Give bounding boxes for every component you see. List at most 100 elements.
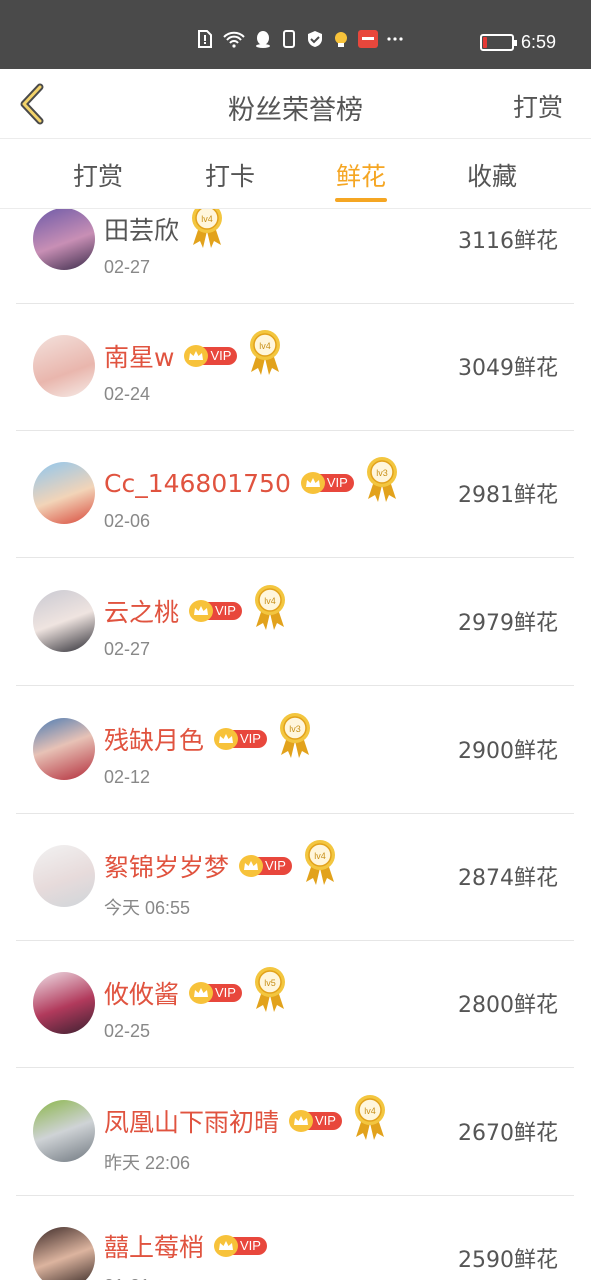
fan-row[interactable]: Cc_146801750 VIP lv3 02-06 2981鲜花 [16,430,574,558]
name-line: Cc_146801750 VIP lv3 [104,457,400,503]
crown-icon [214,728,239,750]
level-medal-icon: lv4 [354,1095,385,1140]
level-medal-icon: lv3 [366,457,397,502]
fan-date: 01-01 [104,1276,150,1280]
fan-row[interactable]: 攸攸酱 VIP lv5 02-25 2800鲜花 [16,940,574,1068]
fan-row[interactable]: 凤凰山下雨初晴 VIP lv4 昨天 22:06 2670鲜花 [16,1068,574,1196]
crown-icon [214,1235,239,1257]
tab-reward[interactable]: 打赏 [43,157,153,193]
vip-badge: VIP [214,1235,267,1257]
svg-text:lv4: lv4 [260,341,272,351]
fan-date: 02-06 [104,511,151,531]
flower-count: 2874鲜花 [458,866,558,891]
name-line: 囍上莓梢 VIP [104,1228,267,1264]
vip-badge: VIP [300,472,354,494]
name-line: 田芸欣 lv4 [104,209,225,249]
shield-icon [308,31,322,47]
flower-count: 2979鲜花 [458,611,558,636]
flower-count: 2800鲜花 [458,993,558,1018]
active-tab-indicator [335,198,387,202]
fan-name[interactable]: 攸攸酱 [104,975,179,1011]
fan-row[interactable]: 絮锦岁岁梦 VIP lv4 今天 06:55 2874鲜花 [16,813,574,941]
fan-ranking-list[interactable]: 田芸欣 lv4 02-27 3116鲜花南星w VIP lv4 02-24 3049鲜花 Cc_… [0,209,591,1280]
flower-count: 2900鲜花 [458,739,558,764]
fan-name[interactable]: 囍上莓梢 [104,1228,204,1264]
avatar[interactable] [33,209,95,270]
fan-name[interactable]: Cc_146801750 [104,469,291,498]
vip-badge: VIP [239,855,292,877]
tab-favorites[interactable]: 收藏 [437,157,547,193]
crown-icon [189,982,214,1004]
avatar[interactable] [33,462,95,524]
more-icon [387,37,403,41]
tab-checkin[interactable]: 打卡 [175,157,285,193]
vip-badge: VIP [184,345,238,367]
fan-date: 02-12 [104,767,151,787]
status-time: 6:59 [521,32,557,52]
fan-row[interactable]: 南星w VIP lv4 02-24 3049鲜花 [16,303,574,431]
header: 粉丝荣誉榜 打赏 [0,69,591,139]
fan-row[interactable]: 囍上莓梢 VIP 01-01 2590鲜花 [16,1195,574,1280]
fan-date: 02-27 [104,639,151,659]
svg-text:lv3: lv3 [376,468,388,478]
crown-icon [239,855,264,877]
status-icons [196,30,404,48]
fan-name[interactable]: 絮锦岁岁梦 [104,848,229,884]
name-line: 云之桃 VIP lv4 [104,585,288,631]
vip-badge: VIP [289,1110,342,1132]
name-line: 絮锦岁岁梦 VIP lv4 [104,840,338,886]
reward-button[interactable]: 打赏 [513,88,563,124]
fan-name[interactable]: 残缺月色 [104,721,204,757]
fan-name[interactable]: 凤凰山下雨初晴 [104,1103,279,1139]
flower-count: 3116鲜花 [458,229,558,254]
svg-text:lv4: lv4 [264,596,276,606]
level-medal-icon: lv4 [304,840,335,885]
flower-count: 3049鲜花 [458,356,558,381]
battery-level [483,37,487,48]
vip-badge: VIP [189,600,242,622]
fan-date: 02-24 [104,384,151,404]
bulb-icon [335,32,347,47]
svg-text:lv4: lv4 [201,214,213,224]
fan-date: 02-27 [104,257,151,277]
fan-name[interactable]: 云之桃 [104,593,179,629]
tab-bar: 打赏 打卡 鲜花 收藏 [0,139,591,209]
name-line: 凤凰山下雨初晴 VIP lv4 [104,1095,388,1141]
name-line: 攸攸酱 VIP lv5 [104,967,288,1013]
avatar[interactable] [33,1227,95,1280]
flower-count: 2981鲜花 [458,483,558,508]
fan-name[interactable]: 南星w [104,338,174,374]
page-title: 粉丝荣誉榜 [228,95,363,126]
name-line: 南星w VIP lv4 [104,330,283,376]
name-line: 残缺月色 VIP lv3 [104,713,313,759]
fan-date: 昨天 22:06 [104,1153,191,1173]
vip-badge: VIP [214,728,267,750]
svg-text:lv3: lv3 [289,724,301,734]
avatar[interactable] [33,1100,95,1162]
level-medal-icon: lv4 [192,209,223,248]
level-medal-icon: lv5 [254,967,285,1012]
flower-count: 2590鲜花 [458,1248,558,1273]
avatar[interactable] [33,718,95,780]
fan-row[interactable]: 残缺月色 VIP lv3 02-12 2900鲜花 [16,686,574,814]
fan-name[interactable]: 田芸欣 [104,211,179,247]
fan-date: 今天 06:55 [104,898,191,918]
crown-icon [289,1110,314,1132]
status-bar: 6:59 [0,0,591,69]
svg-text:lv5: lv5 [264,978,276,988]
no-sim-icon [198,30,212,48]
vip-badge: VIP [189,982,242,1004]
app-notification-icon [358,30,378,48]
level-medal-icon: lv4 [250,330,281,375]
svg-text:lv4: lv4 [364,1106,376,1116]
tab-flowers[interactable]: 鲜花 [306,157,416,193]
fan-row[interactable]: 田芸欣 lv4 02-27 3116鲜花 [16,209,574,304]
avatar[interactable] [33,335,95,397]
avatar[interactable] [33,590,95,652]
wifi-icon [223,31,245,48]
svg-text:lv4: lv4 [314,851,326,861]
avatar[interactable] [33,972,95,1034]
avatar[interactable] [33,845,95,907]
fan-row[interactable]: 云之桃 VIP lv4 02-27 2979鲜花 [16,558,574,686]
flower-count: 2670鲜花 [458,1121,558,1146]
